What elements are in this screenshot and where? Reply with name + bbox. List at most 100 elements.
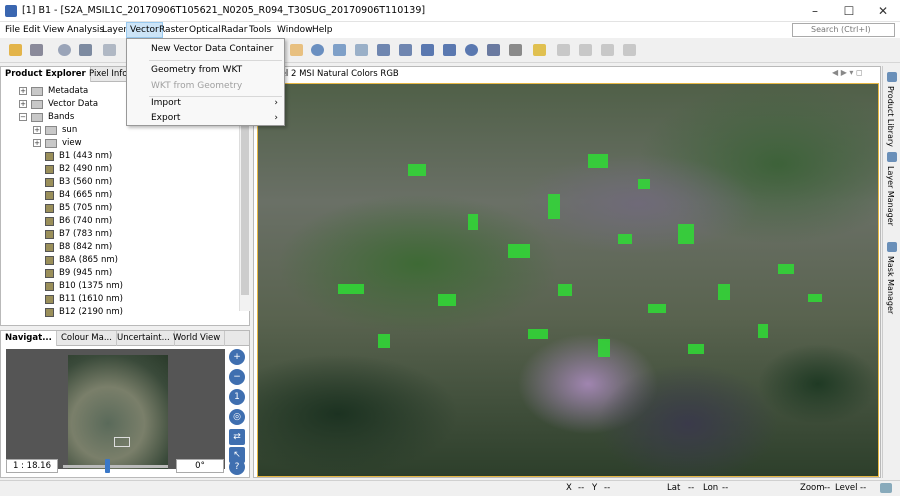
folder-icon — [31, 100, 43, 109]
search-input[interactable]: Search (Ctrl+I) — [792, 23, 895, 37]
range-finder-button[interactable] — [506, 41, 525, 59]
grid-button[interactable] — [100, 41, 119, 59]
status-bar: X -- Y -- Lat -- Lon -- Zoom -- Level -- — [0, 480, 900, 496]
view-button[interactable] — [55, 41, 74, 59]
product-library-tab[interactable]: Product Library — [886, 86, 895, 147]
rotation-field[interactable]: 0° — [176, 459, 224, 473]
tile-vert-button[interactable] — [576, 41, 595, 59]
zoom-in-icon[interactable]: + — [229, 349, 245, 365]
tab-uncertainty[interactable]: Uncertaint... — [113, 331, 175, 346]
ellipse-icon — [465, 44, 478, 56]
vegetation-field — [438, 294, 456, 306]
tab-navigation[interactable]: Navigat... — [1, 331, 57, 346]
layer-manager-tab[interactable]: Layer Manager — [886, 166, 895, 226]
rectangle-tool-button[interactable] — [418, 41, 437, 59]
pin-tool-button[interactable] — [330, 41, 349, 59]
folder-icon — [31, 87, 43, 96]
expand-icon[interactable]: + — [19, 87, 27, 95]
ruler-icon — [509, 44, 522, 56]
navigation-panel: Navigat... Colour Ma... Uncertaint... Wo… — [0, 330, 250, 478]
menu-new-vector-container[interactable]: New Vector Data Container — [127, 42, 284, 57]
close-button[interactable]: ✕ — [866, 0, 900, 22]
band-icon — [45, 217, 54, 226]
save-product-button[interactable] — [27, 41, 46, 59]
menu-help[interactable]: Help — [309, 22, 336, 38]
pencil-icon — [533, 44, 546, 56]
vegetation-field — [718, 284, 730, 300]
mask-manager-tab[interactable]: Mask Manager — [886, 256, 895, 314]
folder-icon — [45, 139, 57, 148]
expand-icon[interactable]: + — [33, 139, 41, 147]
band-icon — [45, 308, 54, 317]
band-label: B6 (740 nm) — [59, 216, 113, 226]
pencil-tool-button[interactable] — [530, 41, 549, 59]
zoom-pixel-icon[interactable]: 1 — [229, 389, 245, 405]
polygon-tool-button[interactable] — [440, 41, 459, 59]
tab-world-view[interactable]: World View — [169, 331, 226, 346]
minimize-button[interactable]: – — [798, 0, 832, 22]
band-icon — [45, 230, 54, 239]
tab-colour-manipulation[interactable]: Colour Ma... — [57, 331, 117, 346]
vector-menu-dropdown: New Vector Data Container Geometry from … — [126, 38, 285, 126]
band-label: B5 (705 nm) — [59, 203, 113, 213]
expand-icon[interactable]: + — [19, 100, 27, 108]
menu-geometry-from-wkt[interactable]: Geometry from WKT — [127, 63, 284, 78]
submenu-arrow-icon: › — [274, 98, 278, 108]
zoom-slider-knob[interactable] — [105, 459, 110, 473]
polyline-tool-button[interactable] — [396, 41, 415, 59]
mask-manager-icon[interactable] — [887, 242, 897, 252]
vegetation-field — [548, 194, 560, 219]
zoom-tool-button[interactable] — [308, 41, 327, 59]
viewport-box[interactable] — [114, 437, 130, 447]
status-y-label: Y — [592, 483, 598, 493]
vegetation-field — [678, 224, 694, 244]
rectangle-icon — [421, 44, 434, 56]
tab-nav-arrows[interactable]: ◀ ▶ ▾ ◻ — [832, 68, 863, 77]
menu-export-label: Export — [151, 113, 181, 123]
pan-tool-button[interactable] — [287, 41, 306, 59]
vegetation-field — [808, 294, 822, 302]
vegetation-field — [598, 339, 610, 357]
zoom-all-icon[interactable]: ◎ — [229, 409, 245, 425]
open-product-button[interactable] — [6, 41, 25, 59]
menu-export[interactable]: Export › — [127, 111, 284, 126]
tab-product-explorer[interactable]: Product Explorer — [1, 67, 91, 82]
band-label: B8 (842 nm) — [59, 242, 113, 252]
tile-evenly-button[interactable] — [598, 41, 617, 59]
pin-icon — [333, 44, 346, 56]
vegetation-field — [588, 154, 608, 168]
layer-manager-icon[interactable] — [887, 152, 897, 162]
navigation-preview[interactable] — [6, 349, 225, 469]
polyline-icon — [399, 44, 412, 56]
maximize-button[interactable]: ☐ — [832, 0, 866, 22]
product-library-icon[interactable] — [887, 72, 897, 82]
globe-icon — [58, 44, 71, 56]
ellipse-tool-button[interactable] — [462, 41, 481, 59]
band-label: B3 (560 nm) — [59, 177, 113, 187]
band-label: B11 (1610 nm) — [59, 294, 123, 304]
gcp-icon — [355, 44, 368, 56]
band-icon — [45, 282, 54, 291]
window-title: [1] B1 - [S2A_MSIL1C_20170906T105621_N02… — [22, 5, 426, 16]
tile-single-button[interactable] — [620, 41, 639, 59]
gcp-tool-button[interactable] — [352, 41, 371, 59]
zoom-out-icon[interactable]: − — [229, 369, 245, 385]
bands-button[interactable] — [76, 41, 95, 59]
satellite-image[interactable] — [257, 83, 879, 477]
magnifier-icon — [311, 44, 324, 56]
status-lat-value: -- — [688, 483, 695, 493]
sync-views-icon[interactable]: ⇄ — [229, 429, 245, 445]
magic-wand-button[interactable] — [484, 41, 503, 59]
status-icon[interactable] — [880, 483, 892, 493]
menu-tools[interactable]: Tools — [246, 22, 274, 38]
menu-separator — [149, 60, 282, 61]
scale-field[interactable]: 1 : 18.16 — [6, 459, 58, 473]
line-tool-button[interactable] — [374, 41, 393, 59]
menu-import[interactable]: Import › — [127, 96, 284, 111]
band-label: B10 (1375 nm) — [59, 281, 123, 291]
help-icon[interactable]: ? — [229, 459, 245, 475]
expand-icon[interactable]: + — [33, 126, 41, 134]
zoom-slider[interactable] — [63, 465, 168, 468]
tile-horiz-button[interactable] — [554, 41, 573, 59]
collapse-icon[interactable]: − — [19, 113, 27, 121]
